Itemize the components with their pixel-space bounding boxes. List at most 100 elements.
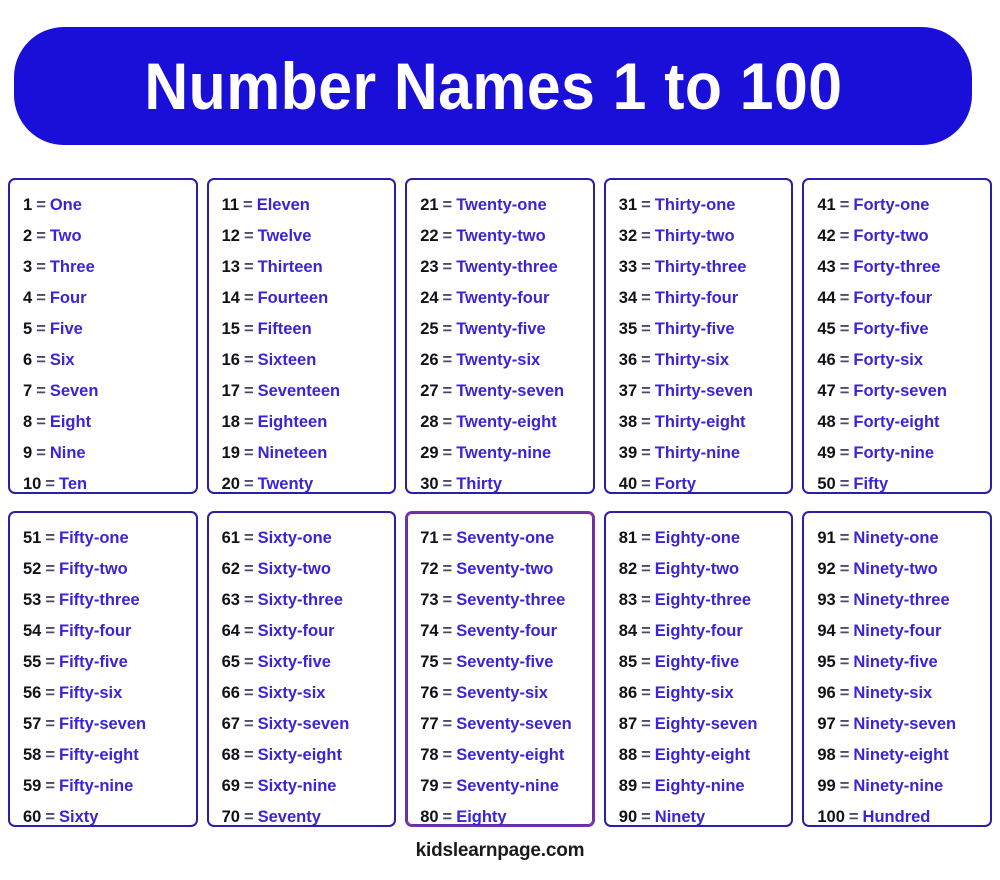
equals-sign: = bbox=[36, 196, 46, 214]
title-banner: Number Names 1 to 100 bbox=[14, 27, 972, 145]
number-name-row: 30 = Thirty bbox=[420, 469, 502, 500]
number-name-row: 62 = Sixty-two bbox=[222, 554, 331, 585]
numeral: 2 bbox=[23, 227, 33, 245]
number-name-row: 76 = Seventy-six bbox=[420, 678, 548, 709]
number-word: Seventy-seven bbox=[456, 715, 572, 733]
equals-sign: = bbox=[36, 320, 46, 338]
equals-sign: = bbox=[45, 591, 55, 609]
numeral: 59 bbox=[23, 777, 42, 795]
numeral: 46 bbox=[817, 351, 836, 369]
equals-sign: = bbox=[243, 444, 254, 462]
numeral: 38 bbox=[618, 413, 638, 431]
equals-sign: = bbox=[45, 653, 55, 671]
numeral: 83 bbox=[618, 591, 638, 609]
number-word: Fifty-one bbox=[59, 529, 129, 547]
equals-sign: = bbox=[839, 196, 850, 214]
number-name-row: 28 = Twenty-eight bbox=[420, 407, 557, 438]
number-word: Twelve bbox=[257, 227, 312, 245]
number-name-row: 13 = Thirteen bbox=[222, 252, 323, 283]
number-names-poster: Number Names 1 to 100 1 = One 2 = Two 3 = Three 4… bbox=[0, 0, 1000, 880]
number-word: Twenty-eight bbox=[456, 413, 557, 431]
number-name-row: 10 = Ten bbox=[23, 469, 87, 500]
number-name-row: 35 = Thirty-five bbox=[619, 314, 735, 345]
numeral: 69 bbox=[221, 777, 240, 795]
numeral: 28 bbox=[420, 413, 439, 431]
number-word: Eighteen bbox=[257, 413, 328, 431]
number-word: Thirty-five bbox=[654, 320, 735, 338]
equals-sign: = bbox=[839, 227, 850, 245]
number-name-row: 38 = Thirty-eight bbox=[619, 407, 746, 438]
numeral: 27 bbox=[420, 382, 439, 400]
number-name-row: 56 = Fifty-six bbox=[23, 678, 122, 709]
number-word: Thirty-nine bbox=[654, 444, 741, 462]
card-11-20: 11 = Eleven 12 = Twelve 13 = Thirteen 14 = Fourteen… bbox=[206, 178, 397, 494]
numeral: 50 bbox=[817, 475, 836, 493]
number-name-row: 14 = Fourteen bbox=[222, 283, 329, 314]
number-word: Eighty-six bbox=[654, 684, 734, 702]
number-name-row: 4 = Four bbox=[23, 283, 87, 314]
number-word: One bbox=[49, 196, 82, 214]
equals-sign: = bbox=[442, 444, 453, 462]
numeral: 47 bbox=[817, 382, 836, 400]
numeral: 95 bbox=[817, 653, 836, 671]
number-name-row: 45 = Forty-five bbox=[817, 314, 928, 345]
equals-sign: = bbox=[641, 289, 651, 307]
numeral: 16 bbox=[221, 351, 240, 369]
equals-sign: = bbox=[839, 413, 850, 431]
number-name-row: 26 = Twenty-six bbox=[420, 345, 540, 376]
numeral: 52 bbox=[23, 560, 42, 578]
number-word: Fifty-five bbox=[59, 653, 128, 671]
equals-sign: = bbox=[243, 622, 254, 640]
equals-sign: = bbox=[839, 560, 850, 578]
equals-sign: = bbox=[36, 382, 46, 400]
number-word: Eighty-eight bbox=[654, 746, 751, 764]
equals-sign: = bbox=[442, 227, 453, 245]
numeral: 53 bbox=[23, 591, 42, 609]
number-word: Eighty-nine bbox=[654, 777, 745, 795]
number-word: Twenty-five bbox=[456, 320, 546, 338]
number-name-row: 63 = Sixty-three bbox=[222, 585, 343, 616]
numeral: 12 bbox=[221, 227, 240, 245]
equals-sign: = bbox=[442, 653, 453, 671]
number-word: Nine bbox=[49, 444, 86, 462]
numeral: 11 bbox=[221, 196, 240, 214]
number-list: 81 = Eighty-one 82 = Eighty-two 83 = Eighty-thre… bbox=[605, 523, 793, 833]
equals-sign: = bbox=[45, 529, 55, 547]
numeral: 43 bbox=[817, 258, 836, 276]
numeral: 29 bbox=[420, 444, 439, 462]
equals-sign: = bbox=[442, 320, 453, 338]
grid-row-bottom: 51 = Fifty-one 52 = Fifty-two 53 = Fifty-three 54… bbox=[8, 511, 992, 827]
equals-sign: = bbox=[36, 227, 46, 245]
number-name-row: 82 = Eighty-two bbox=[619, 554, 739, 585]
equals-sign: = bbox=[641, 591, 651, 609]
number-word: Thirty bbox=[456, 475, 503, 493]
numeral: 15 bbox=[221, 320, 240, 338]
number-word: Thirty-seven bbox=[654, 382, 753, 400]
equals-sign: = bbox=[243, 684, 254, 702]
number-word: Thirty-six bbox=[654, 351, 730, 369]
number-name-row: 11 = Eleven bbox=[222, 190, 310, 221]
number-word: Two bbox=[49, 227, 82, 245]
number-name-row: 36 = Thirty-six bbox=[619, 345, 729, 376]
numeral: 35 bbox=[618, 320, 638, 338]
equals-sign: = bbox=[243, 475, 254, 493]
numeral: 63 bbox=[221, 591, 240, 609]
numeral: 82 bbox=[618, 560, 638, 578]
number-word: Seventy-six bbox=[456, 684, 548, 702]
equals-sign: = bbox=[45, 622, 55, 640]
number-word: Sixteen bbox=[257, 351, 317, 369]
number-word: Fifty-nine bbox=[59, 777, 134, 795]
number-word: Twenty-four bbox=[456, 289, 550, 307]
equals-sign: = bbox=[243, 289, 254, 307]
equals-sign: = bbox=[641, 320, 651, 338]
number-name-row: 47 = Forty-seven bbox=[817, 376, 947, 407]
number-name-row: 74 = Seventy-four bbox=[420, 616, 557, 647]
number-name-row: 8 = Eight bbox=[23, 407, 91, 438]
numeral: 45 bbox=[817, 320, 836, 338]
number-name-row: 22 = Twenty-two bbox=[420, 221, 546, 252]
number-name-row: 100 = Hundred bbox=[817, 802, 930, 833]
numeral: 7 bbox=[23, 382, 33, 400]
number-word: Four bbox=[49, 289, 87, 307]
equals-sign: = bbox=[442, 475, 453, 493]
equals-sign: = bbox=[45, 715, 55, 733]
